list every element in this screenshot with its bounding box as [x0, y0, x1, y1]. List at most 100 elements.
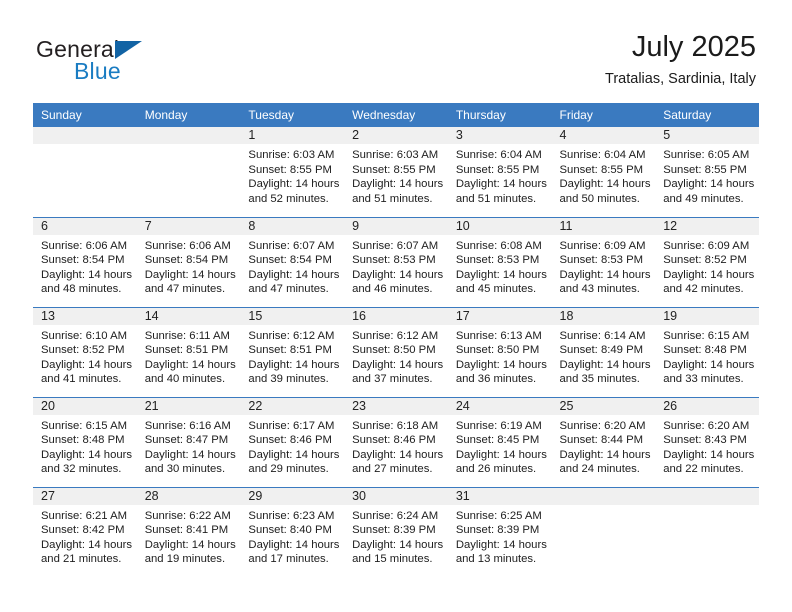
day-details: Sunrise: 6:23 AM Sunset: 8:40 PM Daylight:…	[240, 505, 344, 567]
calendar-day-cell[interactable]: 15 Sunrise: 6:12 AM Sunset: 8:51 PM Dayligh…	[240, 306, 345, 397]
calendar-day-cell[interactable]: 24 Sunrise: 6:19 AM Sunset: 8:45 PM Dayligh…	[447, 396, 552, 487]
daylight-duration-line2: and 49 minutes.	[663, 192, 744, 205]
calendar-day-cell[interactable]: 3 Sunrise: 6:04 AM Sunset: 8:55 PM Daylight…	[447, 127, 552, 217]
calendar-week-row: 20 Sunrise: 6:15 AM Sunset: 8:48 PM Dayligh…	[33, 396, 759, 487]
calendar-day-cell[interactable]: 21 Sunrise: 6:16 AM Sunset: 8:47 PM Dayligh…	[136, 396, 241, 487]
day-number: 8	[240, 217, 345, 235]
daylight-duration-line1: Daylight: 14 hours	[248, 538, 340, 551]
sunset-time: Sunset: 8:45 PM	[455, 434, 540, 447]
calendar-day-cell[interactable]: 27 Sunrise: 6:21 AM Sunset: 8:42 PM Dayligh…	[33, 486, 137, 577]
sunrise-time: Sunrise: 6:19 AM	[455, 419, 542, 432]
daylight-duration-line2: and 51 minutes.	[455, 192, 537, 205]
daylight-duration-line1: Daylight: 14 hours	[663, 358, 755, 371]
day-number: 6	[33, 217, 137, 235]
calendar-day-cell[interactable]: 31 Sunrise: 6:25 AM Sunset: 8:39 PM Dayligh…	[447, 486, 552, 577]
sunrise-time: Sunrise: 6:14 AM	[559, 329, 646, 342]
calendar-grid: Sunday Monday Tuesday Wednesday Thursday Frid…	[33, 103, 759, 577]
day-number: 28	[136, 487, 241, 505]
day-number: 31	[447, 487, 552, 505]
calendar-day-cell[interactable]: 9 Sunrise: 6:07 AM Sunset: 8:53 PM Daylight…	[344, 216, 448, 307]
day-number	[136, 127, 241, 144]
sunrise-time: Sunrise: 6:06 AM	[144, 239, 231, 252]
sunset-time: Sunset: 8:53 PM	[352, 254, 436, 267]
daylight-duration-line2: and 15 minutes.	[352, 553, 433, 566]
daylight-duration-line1: Daylight: 14 hours	[663, 448, 755, 461]
sunrise-time: Sunrise: 6:07 AM	[248, 239, 335, 252]
daylight-duration-line2: and 21 minutes.	[41, 553, 122, 566]
calendar-day-cell[interactable]: 13 Sunrise: 6:10 AM Sunset: 8:52 PM Dayligh…	[33, 306, 137, 397]
calendar-day-cell[interactable]: 16 Sunrise: 6:12 AM Sunset: 8:50 PM Dayligh…	[344, 306, 448, 397]
sunset-time: Sunset: 8:52 PM	[663, 254, 747, 267]
calendar-day-cell[interactable]: 30 Sunrise: 6:24 AM Sunset: 8:39 PM Dayligh…	[344, 486, 448, 577]
daylight-duration-line2: and 42 minutes.	[663, 283, 744, 296]
day-number: 3	[447, 127, 552, 144]
daylight-duration-line1: Daylight: 14 hours	[41, 358, 133, 371]
calendar-day-cell[interactable]: 25 Sunrise: 6:20 AM Sunset: 8:44 PM Dayligh…	[551, 396, 656, 487]
sunrise-time: Sunrise: 6:23 AM	[248, 509, 335, 522]
calendar-day-cell[interactable]: 7 Sunrise: 6:06 AM Sunset: 8:54 PM Daylight…	[136, 216, 241, 307]
daylight-duration-line1: Daylight: 14 hours	[41, 448, 133, 461]
day-details: Sunrise: 6:17 AM Sunset: 8:46 PM Daylight:…	[240, 415, 344, 477]
day-details: Sunrise: 6:09 AM Sunset: 8:53 PM Daylight:…	[552, 235, 656, 297]
sunset-time: Sunset: 8:48 PM	[41, 434, 125, 447]
calendar-day-cell[interactable]: 26 Sunrise: 6:20 AM Sunset: 8:43 PM Dayligh…	[655, 396, 759, 487]
sunset-time: Sunset: 8:51 PM	[248, 344, 332, 357]
calendar-day-cell[interactable]: 11 Sunrise: 6:09 AM Sunset: 8:53 PM Dayligh…	[551, 216, 656, 307]
day-number: 1	[240, 127, 345, 144]
sunrise-time: Sunrise: 6:21 AM	[41, 509, 128, 522]
calendar-day-cell[interactable]: 17 Sunrise: 6:13 AM Sunset: 8:50 PM Dayligh…	[447, 306, 552, 397]
sunset-time: Sunset: 8:55 PM	[559, 163, 644, 176]
daylight-duration-line2: and 29 minutes.	[248, 463, 329, 476]
calendar-day-cell[interactable]: 19 Sunrise: 6:15 AM Sunset: 8:48 PM Dayligh…	[655, 306, 759, 397]
calendar-day-cell[interactable]: 8 Sunrise: 6:07 AM Sunset: 8:54 PM Daylight…	[240, 216, 345, 307]
daylight-duration-line1: Daylight: 14 hours	[248, 178, 340, 191]
daylight-duration-line2: and 48 minutes.	[41, 283, 122, 296]
daylight-duration-line2: and 37 minutes.	[352, 373, 433, 386]
day-details: Sunrise: 6:19 AM Sunset: 8:45 PM Daylight:…	[448, 415, 552, 477]
calendar-day-cell[interactable]: 22 Sunrise: 6:17 AM Sunset: 8:46 PM Dayligh…	[240, 396, 345, 487]
daylight-duration-line2: and 45 minutes.	[455, 283, 537, 296]
calendar-day-cell[interactable]: 2 Sunrise: 6:03 AM Sunset: 8:55 PM Daylight…	[344, 127, 448, 217]
daylight-duration-line2: and 35 minutes.	[559, 373, 640, 386]
sunset-time: Sunset: 8:39 PM	[352, 524, 436, 537]
calendar-day-cell[interactable]: 28 Sunrise: 6:22 AM Sunset: 8:41 PM Dayligh…	[136, 486, 241, 577]
sunset-time: Sunset: 8:53 PM	[559, 254, 644, 267]
daylight-duration-line2: and 32 minutes.	[41, 463, 122, 476]
daylight-duration-line1: Daylight: 14 hours	[559, 268, 651, 281]
day-details: Sunrise: 6:09 AM Sunset: 8:52 PM Daylight:…	[655, 235, 759, 297]
brand-logo[interactable]: General Blue	[36, 36, 266, 88]
day-number	[33, 127, 137, 144]
day-number: 21	[136, 397, 241, 415]
sunrise-time: Sunrise: 6:09 AM	[663, 239, 750, 252]
day-number: 9	[344, 217, 448, 235]
sunrise-time: Sunrise: 6:03 AM	[248, 149, 335, 161]
sunrise-time: Sunrise: 6:03 AM	[352, 149, 439, 161]
calendar-day-cell[interactable]: 20 Sunrise: 6:15 AM Sunset: 8:48 PM Dayligh…	[33, 396, 137, 487]
day-number: 4	[551, 127, 656, 144]
day-number: 23	[344, 397, 448, 415]
daylight-duration-line2: and 17 minutes.	[248, 553, 329, 566]
calendar-day-cell[interactable]: 12 Sunrise: 6:09 AM Sunset: 8:52 PM Dayligh…	[655, 216, 759, 307]
weekday-header-sunday: Sunday	[33, 103, 137, 127]
calendar-day-cell[interactable]: 29 Sunrise: 6:23 AM Sunset: 8:40 PM Dayligh…	[240, 486, 345, 577]
day-details: Sunrise: 6:20 AM Sunset: 8:43 PM Daylight:…	[655, 415, 759, 477]
calendar-day-cell[interactable]: 18 Sunrise: 6:14 AM Sunset: 8:49 PM Dayligh…	[551, 306, 656, 397]
sunset-time: Sunset: 8:39 PM	[455, 524, 540, 537]
calendar-day-cell[interactable]: 6 Sunrise: 6:06 AM Sunset: 8:54 PM Daylight…	[33, 216, 137, 307]
calendar-day-cell[interactable]: 5 Sunrise: 6:05 AM Sunset: 8:55 PM Daylight…	[655, 127, 759, 217]
sunset-time: Sunset: 8:49 PM	[559, 344, 644, 357]
calendar-day-cell[interactable]: 23 Sunrise: 6:18 AM Sunset: 8:46 PM Dayligh…	[344, 396, 448, 487]
sunset-time: Sunset: 8:55 PM	[663, 163, 747, 176]
daylight-duration-line1: Daylight: 14 hours	[352, 268, 444, 281]
sunrise-time: Sunrise: 6:05 AM	[663, 149, 750, 161]
day-details: Sunrise: 6:24 AM Sunset: 8:39 PM Daylight:…	[344, 505, 448, 567]
daylight-duration-line2: and 52 minutes.	[248, 192, 329, 205]
daylight-duration-line1: Daylight: 14 hours	[455, 178, 547, 191]
daylight-duration-line1: Daylight: 14 hours	[248, 448, 340, 461]
calendar-day-cell[interactable]: 1 Sunrise: 6:03 AM Sunset: 8:55 PM Daylight…	[240, 127, 345, 217]
calendar-day-cell[interactable]: 14 Sunrise: 6:11 AM Sunset: 8:51 PM Dayligh…	[136, 306, 241, 397]
sunset-time: Sunset: 8:46 PM	[352, 434, 436, 447]
calendar-day-cell[interactable]: 4 Sunrise: 6:04 AM Sunset: 8:55 PM Daylight…	[551, 127, 656, 217]
calendar-day-cell[interactable]: 10 Sunrise: 6:08 AM Sunset: 8:53 PM Dayligh…	[447, 216, 552, 307]
calendar-day-cell-empty	[655, 486, 759, 577]
